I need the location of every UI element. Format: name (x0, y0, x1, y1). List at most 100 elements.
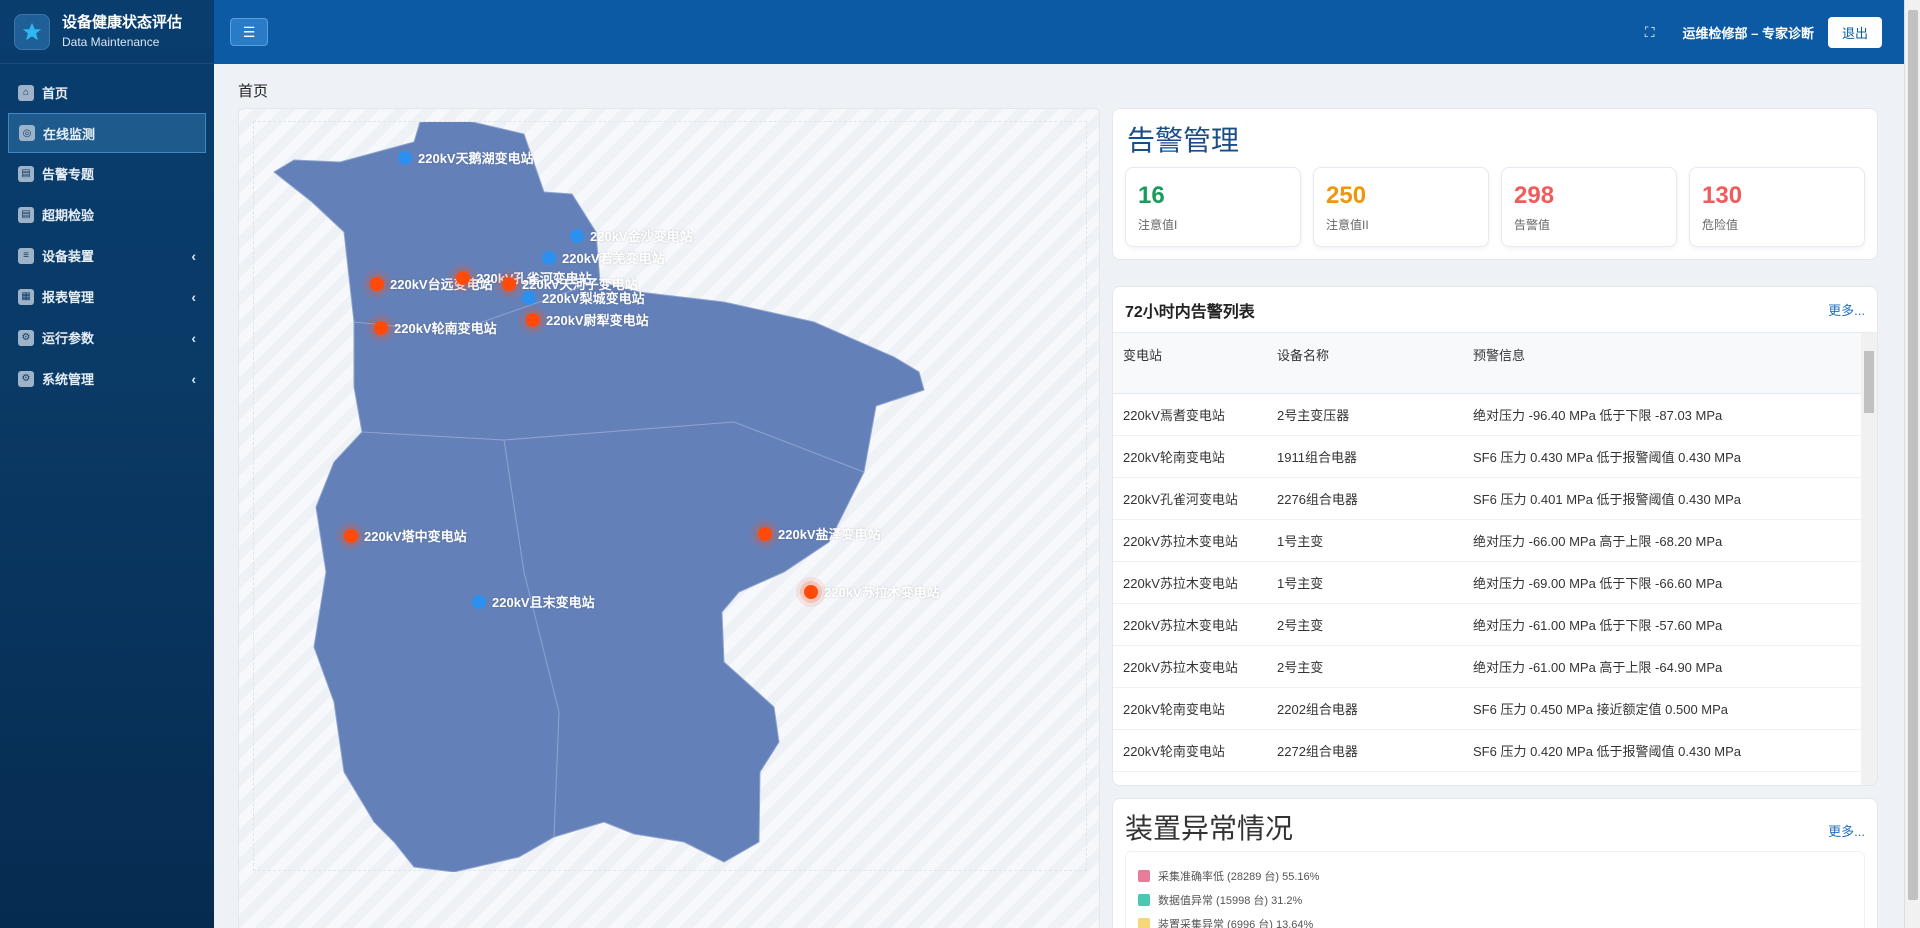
station-alarm-icon (456, 270, 470, 285)
stat-label: 告警值 (1514, 218, 1551, 232)
menu-toggle-button[interactable]: ☰ (230, 18, 268, 46)
cell-device: 1号主变 (1277, 519, 1473, 562)
station-alarm-icon (758, 526, 772, 541)
cell-station: 220kV焉耆变电站 (1113, 393, 1277, 436)
cell-device: 2号主变 (1277, 603, 1473, 646)
station-yanqi[interactable]: 220kV若羌变电站 (542, 248, 665, 267)
station-yuli[interactable]: 220kV尉犁变电站 (526, 310, 649, 329)
station-normal-icon (522, 290, 536, 305)
chevron-left-icon: ‹ (191, 370, 196, 387)
table-row[interactable]: 220kV轮南变电站 2272组合电器 SF6 压力 0.420 MPa 低于报警阈… (1113, 729, 1861, 772)
legend-swatch (1138, 870, 1150, 882)
sidebar-item-label: 超期检验 (42, 208, 95, 223)
chevron-left-icon: ‹ (191, 329, 196, 346)
map-panel: 220kV天鹅湖变电站 220kV金沙变电站 220kV若羌变电站 220kV台… (238, 108, 1100, 928)
cell-device: 2272组合电器 (1277, 729, 1473, 772)
table-row[interactable]: 220kV苏拉木变电站 1号主变 绝对压力 -66.00 MPa 高于上限 -68.… (1113, 519, 1861, 562)
station-qiemo[interactable]: 220kV且末变电站 (472, 592, 595, 611)
cell-info: 绝对压力 -69.00 MPa 低于下限 -66.60 MPa (1473, 561, 1861, 604)
station-alarm-icon (526, 312, 540, 327)
station-alarm-icon (374, 320, 388, 335)
sidebar-item-overdue-inspection[interactable]: ▤ 超期检验 (0, 194, 214, 235)
cell-station: 220kV苏拉木变电站 (1113, 519, 1277, 562)
sidebar-item-params[interactable]: ⚙ 运行参数 ‹ (0, 317, 214, 358)
column-header: 预警信息 (1473, 333, 1861, 394)
station-label: 220kV梨城变电站 (542, 291, 645, 306)
cell-device: 2276组合电器 (1277, 477, 1473, 520)
app-subtitle: Data Maintenance (62, 34, 160, 49)
legend-item[interactable]: 数据值异常 (15998 台) 31.2% (1138, 888, 1852, 912)
sidebar-nav: ⌂ 首页 ◎ 在线监测 ▤ 告警专题 ▤ 超期检验 ≡ 设备装置 ‹ ▦ 报表管… (0, 72, 214, 399)
table-row[interactable]: 220kV苏拉木变电站 2号主变 绝对压力 -61.00 MPa 低于下限 -57.… (1113, 603, 1861, 646)
sidebar-item-home[interactable]: ⌂ 首页 (0, 72, 214, 113)
station-normal-icon (472, 594, 486, 609)
device-anomaly-more-link[interactable]: 更多... (1828, 821, 1865, 840)
stat-value: 130 (1702, 182, 1743, 209)
stat-attention-1[interactable]: 16 注意值I (1125, 167, 1301, 247)
report-icon: ▦ (18, 288, 34, 305)
gear-icon: ⚙ (18, 370, 34, 387)
legend-label: 数据值异常 (15998 台) 31.2% (1158, 895, 1303, 907)
legend-item[interactable]: 采集准确率低 (28289 台) 55.16% (1138, 864, 1852, 888)
stat-danger[interactable]: 130 危险值 (1689, 167, 1865, 247)
fullscreen-icon[interactable]: ⛶ (1645, 24, 1655, 41)
alarm-management-title: 告警管理 (1127, 125, 1240, 156)
overdue-icon: ▤ (18, 206, 34, 223)
station-sulamu[interactable]: 220kV苏拉木变电站 (804, 582, 940, 601)
device-anomaly-title: 装置异常情况 (1125, 813, 1294, 844)
legend-swatch (1138, 894, 1150, 906)
station-licheng[interactable]: 220kV梨城变电站 (522, 288, 645, 307)
cell-info: 绝对压力 -96.40 MPa 低于下限 -87.03 MPa (1473, 393, 1861, 436)
cell-info: SF6 压力 0.401 MPa 低于报警阈值 0.430 MPa (1473, 477, 1861, 520)
station-tianehu[interactable]: 220kV天鹅湖变电站 (398, 148, 534, 167)
station-label: 220kV天鹅湖变电站 (418, 151, 534, 166)
device-icon: ≡ (18, 247, 34, 264)
station-label: 220kV轮南变电站 (394, 321, 497, 336)
alarm-list-more-link[interactable]: 更多... (1828, 300, 1865, 319)
map-area: 220kV天鹅湖变电站 220kV金沙变电站 220kV若羌变电站 220kV台… (253, 121, 1087, 872)
user-name: 运维检修部 – 专家诊断 (1682, 25, 1814, 41)
sidebar-item-report[interactable]: ▦ 报表管理 ‹ (0, 276, 214, 317)
table-row[interactable]: 220kV轮南变电站 1911组合电器 SF6 压力 0.430 MPa 低于报警阈… (1113, 435, 1861, 478)
sidebar-item-device[interactable]: ≡ 设备装置 ‹ (0, 235, 214, 276)
alarm-list-title: 72小时内告警列表 (1125, 303, 1255, 321)
column-header: 设备名称 (1277, 333, 1473, 394)
station-yanze[interactable]: 220kV盐泽变电站 (758, 524, 881, 543)
legend-label: 装置采集异常 (6996 台) 13.64% (1158, 919, 1314, 928)
table-row[interactable]: 220kV焉耆变电站 2号主变压器 绝对压力 -96.40 MPa 低于下限 -87… (1113, 393, 1861, 436)
logout-button[interactable]: 退出 (1827, 16, 1882, 48)
station-label: 220kV且末变电站 (492, 595, 595, 610)
breadcrumb: 首页 (238, 83, 269, 100)
monitor-icon: ◎ (19, 125, 35, 141)
stat-attention-2[interactable]: 250 注意值II (1313, 167, 1489, 247)
table-row[interactable]: 220kV轮南变电站 2202组合电器 SF6 压力 0.450 MPa 接近额定值… (1113, 687, 1861, 730)
page-scrollbar[interactable] (1904, 0, 1920, 928)
table-row[interactable]: 220kV苏拉木变电站 1号主变 绝对压力 -69.00 MPa 低于下限 -66.… (1113, 561, 1861, 604)
header-right: ⛶ 运维检修部 – 专家诊断 退出 (1645, 16, 1904, 48)
alarm-list-scrollbar[interactable] (1861, 333, 1877, 785)
stat-alarm[interactable]: 298 告警值 (1501, 167, 1677, 247)
chevron-left-icon: ‹ (191, 247, 196, 264)
cell-info: SF6 压力 0.420 MPa 低于报警阈值 0.430 MPa (1473, 729, 1861, 772)
sidebar-item-online-monitor[interactable]: ◎ 在线监测 (8, 113, 206, 153)
sidebar-item-alarm-topic[interactable]: ▤ 告警专题 (0, 153, 214, 194)
scrollbar-thumb[interactable] (1908, 10, 1918, 900)
sidebar-item-system[interactable]: ⚙ 系统管理 ‹ (0, 358, 214, 399)
stat-value: 16 (1138, 182, 1165, 209)
table-row[interactable]: 220kV苏拉木变电站 2号主变 绝对压力 -61.00 MPa 高于上限 -64.… (1113, 645, 1861, 688)
station-lunnan[interactable]: 220kV轮南变电站 (374, 318, 497, 337)
table-row[interactable]: 220kV孔雀河变电站 2276组合电器 SF6 压力 0.401 MPa 低于报警… (1113, 477, 1861, 520)
station-label: 220kV苏拉木变电站 (824, 585, 940, 600)
cell-station: 220kV孔雀河变电站 (1113, 477, 1277, 520)
cell-station: 220kV苏拉木变电站 (1113, 603, 1277, 646)
station-jinsha[interactable]: 220kV金沙变电站 (570, 226, 693, 245)
alarm-list-card: 72小时内告警列表 更多... 变电站 设备名称 预警信息 220kV焉耆变电站… (1112, 286, 1878, 786)
sidebar: 设备健康状态评估 Data Maintenance ⌂ 首页 ◎ 在线监测 ▤ … (0, 0, 214, 928)
scrollbar-thumb[interactable] (1864, 351, 1874, 413)
sidebar-item-label: 在线监测 (43, 126, 96, 142)
station-label: 220kV若羌变电站 (562, 251, 665, 266)
station-tazhong[interactable]: 220kV塔中变电站 (344, 526, 467, 545)
stat-label: 注意值I (1138, 218, 1178, 232)
legend-item[interactable]: 装置采集异常 (6996 台) 13.64% (1138, 912, 1852, 928)
sidebar-item-label: 系统管理 (42, 372, 95, 387)
